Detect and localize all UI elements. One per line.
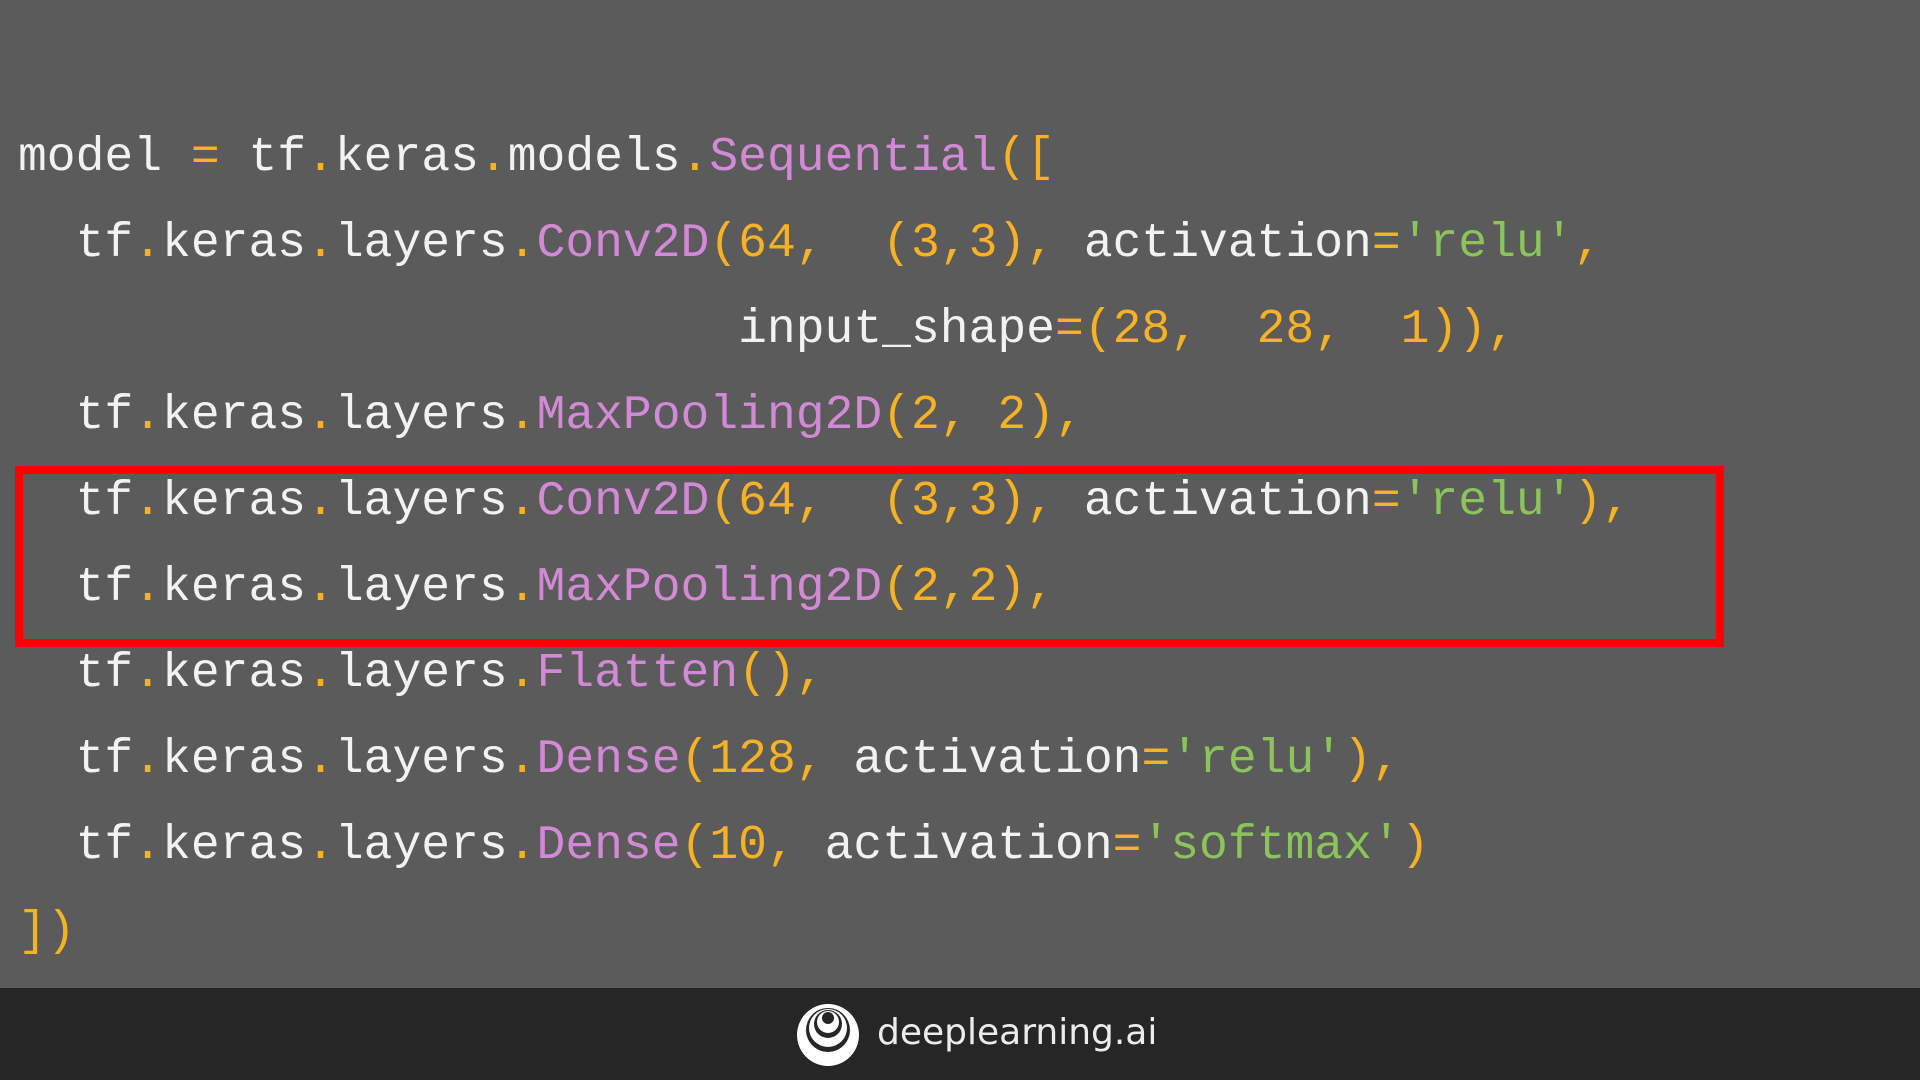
- code-token-id: tf: [18, 819, 134, 873]
- code-token-num: 128: [709, 733, 796, 787]
- code-token-punc: ): [1400, 819, 1430, 873]
- code-token-punc: ,: [939, 389, 998, 443]
- code-token-punc: .: [478, 131, 508, 185]
- code-token-punc: ),: [1343, 733, 1401, 787]
- code-token-num: 10: [709, 819, 767, 873]
- code-token-id: layers: [334, 819, 508, 873]
- code-token-punc: .: [133, 733, 163, 787]
- code-line: tf.keras.layers.MaxPooling2D(2, 2),: [18, 373, 1631, 459]
- code-token-id: model: [18, 131, 191, 185]
- code-token-str: 'relu': [1400, 217, 1574, 271]
- code-token-num: 2: [997, 389, 1027, 443]
- code-token-punc: .: [507, 819, 537, 873]
- code-token-punc: (: [680, 733, 710, 787]
- code-token-punc: (: [680, 819, 710, 873]
- code-token-cls: Dense: [536, 819, 681, 873]
- code-token-punc: .: [507, 647, 537, 701]
- code-token-punc: .: [133, 389, 163, 443]
- code-token-id: keras: [162, 647, 307, 701]
- code-token-id: keras: [162, 217, 307, 271]
- code-token-id: activation: [853, 733, 1142, 787]
- code-token-cls: Flatten: [536, 647, 739, 701]
- code-token-punc: (: [882, 389, 911, 443]
- code-token-id: activation: [1083, 217, 1372, 271]
- code-token-cls: MaxPooling2D: [536, 389, 883, 443]
- code-token-punc: =: [190, 131, 220, 185]
- code-token-id: keras: [162, 819, 307, 873]
- code-token-punc: .: [507, 733, 537, 787]
- code-token-id: keras: [162, 389, 307, 443]
- code-token-punc: ),: [1026, 389, 1084, 443]
- code-line: ]): [18, 889, 1631, 975]
- code-line: tf.keras.layers.Conv2D(64, (3,3), activa…: [18, 201, 1631, 287]
- brand-name: deeplearning.ai: [877, 1012, 1158, 1053]
- code-token-punc: .: [507, 389, 537, 443]
- code-token-cls: Dense: [536, 733, 681, 787]
- code-token-punc: .: [306, 733, 335, 787]
- code-token-punc: (: [709, 217, 739, 271]
- code-token-id: tf: [18, 217, 134, 271]
- code-token-id: tf: [18, 647, 134, 701]
- code-token-punc: .: [133, 647, 163, 701]
- highlight-box: [15, 466, 1724, 647]
- code-token-id: keras: [162, 733, 307, 787]
- deeplearning-ai-logo-icon: [797, 1004, 859, 1066]
- code-token-punc: =(: [1054, 303, 1113, 357]
- code-token-punc: .: [306, 389, 335, 443]
- code-token-num: 1: [1371, 303, 1430, 357]
- code-token-punc: =: [1371, 217, 1401, 271]
- code-token-punc: (),: [738, 647, 825, 701]
- code-token-id: layers: [334, 389, 508, 443]
- code-token-id: tf: [18, 733, 134, 787]
- code-token-id: layers: [334, 217, 508, 271]
- code-token-punc: =: [1112, 819, 1142, 873]
- code-line: tf.keras.layers.Dense(128, activation='r…: [18, 717, 1631, 803]
- code-token-id: input_shape: [18, 303, 1055, 357]
- code-token-punc: .: [306, 131, 335, 185]
- code-line: input_shape=(28, 28, 1)),: [18, 287, 1631, 373]
- code-token-id: keras: [334, 131, 479, 185]
- code-token-punc: .: [507, 217, 537, 271]
- code-token-punc: .: [306, 819, 335, 873]
- code-token-id: tf: [219, 131, 307, 185]
- code-token-punc: ,: [795, 733, 854, 787]
- code-token-punc: ,: [1314, 303, 1372, 357]
- code-token-num: 64: [738, 217, 796, 271]
- code-token-num: 28: [1227, 303, 1315, 357]
- code-token-punc: =: [1141, 733, 1171, 787]
- code-token-num: 2: [910, 389, 940, 443]
- code-token-cls: Sequential: [709, 131, 998, 185]
- code-token-punc: .: [306, 647, 335, 701]
- code-token-punc: .: [133, 217, 163, 271]
- code-token-id: activation: [824, 819, 1113, 873]
- code-token-str: 'softmax': [1141, 819, 1401, 873]
- code-line: model = tf.keras.models.Sequential([: [18, 115, 1631, 201]
- code-token-punc: ,: [1170, 303, 1228, 357]
- code-token-num: 28: [1112, 303, 1171, 357]
- code-token-id: models: [507, 131, 681, 185]
- code-token-id: layers: [334, 733, 508, 787]
- code-token-id: tf: [18, 389, 134, 443]
- code-token-punc: ,: [1573, 217, 1603, 271]
- code-token-id: layers: [334, 647, 508, 701]
- code-token-punc: )),: [1429, 303, 1516, 357]
- code-token-punc: ,: [766, 819, 825, 873]
- code-token-str: 'relu': [1170, 733, 1344, 787]
- code-token-punc: (3,3),: [853, 217, 1084, 271]
- code-token-punc: ,: [795, 217, 854, 271]
- code-token-cls: Conv2D: [536, 217, 710, 271]
- code-token-punc: ([: [997, 131, 1056, 185]
- code-token-punc: .: [133, 819, 163, 873]
- code-token-punc: .: [306, 217, 335, 271]
- code-token-punc: ]): [18, 905, 76, 959]
- code-line: tf.keras.layers.Dense(10, activation='so…: [18, 803, 1631, 889]
- code-token-punc: .: [680, 131, 710, 185]
